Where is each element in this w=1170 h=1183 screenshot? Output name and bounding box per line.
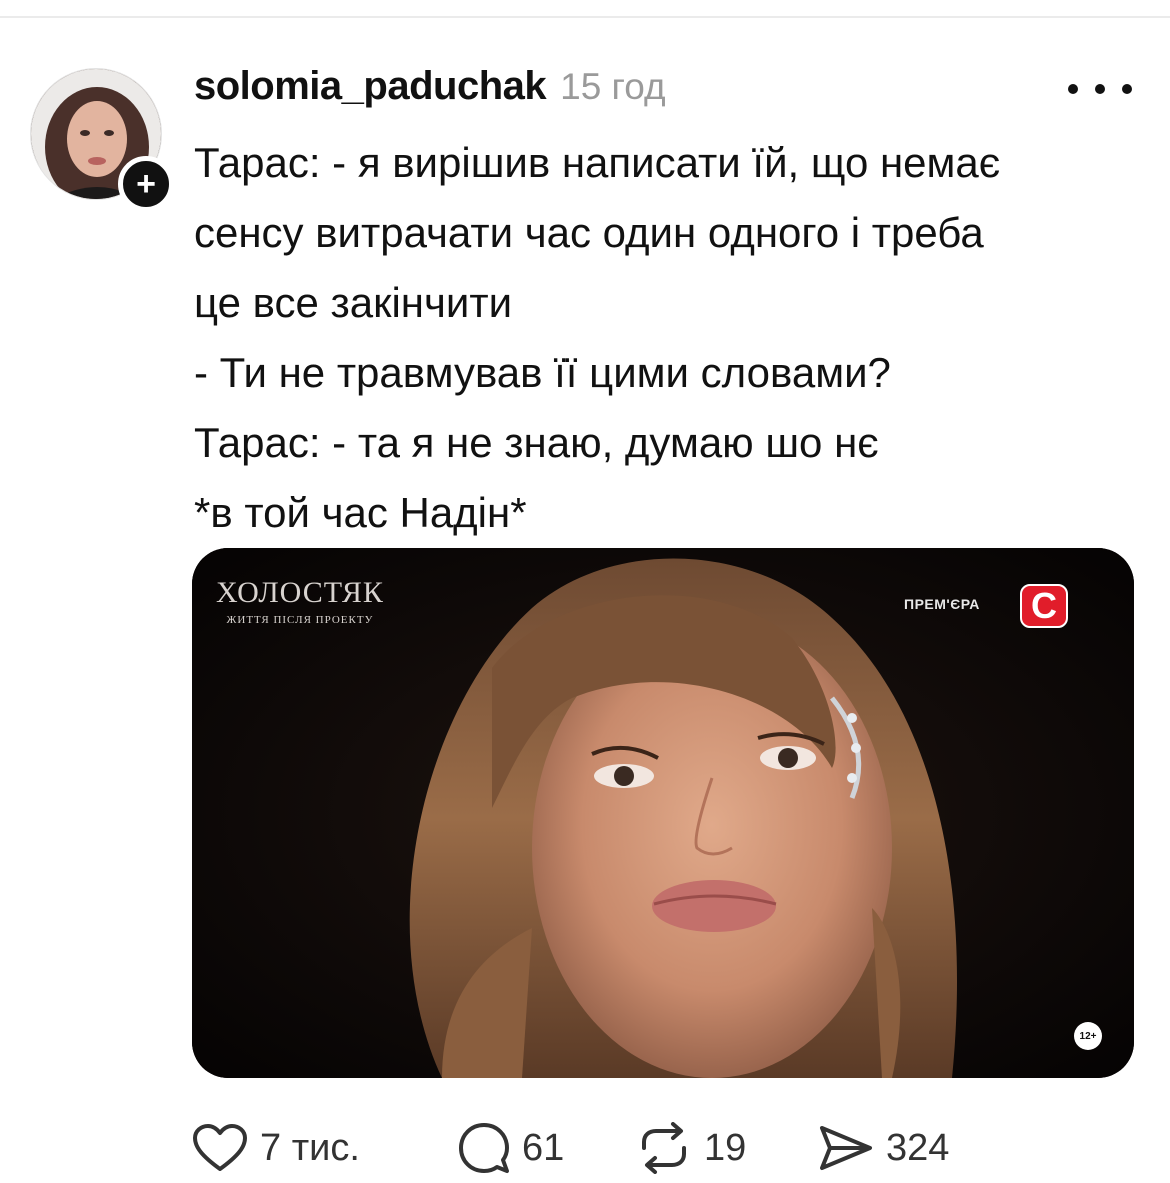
- repost-icon: [642, 1122, 686, 1174]
- post-line: Тарас: - та я не знаю, думаю шо нє: [194, 419, 879, 466]
- plus-icon: +: [136, 165, 156, 203]
- comment-button[interactable]: 61: [458, 1120, 564, 1176]
- channel-logo: С: [1020, 584, 1068, 628]
- post-text: Тарас: - я вирішив написати їй, що немає…: [194, 128, 1134, 548]
- follow-button[interactable]: +: [118, 156, 174, 212]
- post-header: solomia_paduchak 15 год: [194, 64, 666, 114]
- like-button[interactable]: 7 тис.: [192, 1120, 360, 1176]
- heart-icon: [193, 1124, 247, 1171]
- send-icon: [820, 1126, 872, 1170]
- more-options-button[interactable]: [1068, 74, 1132, 104]
- share-count: 324: [886, 1126, 950, 1169]
- post-line: сенсу витрачати час один одного і треба: [194, 209, 984, 256]
- show-title: ХОЛОСТЯК: [216, 576, 384, 609]
- show-logo: ХОЛОСТЯК ЖИТТЯ ПІСЛЯ ПРОЕКТУ: [216, 576, 384, 627]
- top-divider: [0, 16, 1170, 18]
- like-count: 7 тис.: [260, 1126, 360, 1169]
- post-image[interactable]: ХОЛОСТЯК ЖИТТЯ ПІСЛЯ ПРОЕКТУ ПРЕМ'ЄРА С …: [192, 548, 1134, 1078]
- author-username[interactable]: solomia_paduchak: [194, 64, 547, 109]
- comment-bubble-icon: [459, 1123, 509, 1173]
- post-actions: 7 тис. 61 19 324: [192, 1120, 1092, 1176]
- post-line: *в той час Надін*: [194, 489, 527, 536]
- premiere-label: ПРЕМ'ЄРА: [904, 596, 980, 612]
- tv-still-photo: [192, 548, 1134, 1078]
- repost-button[interactable]: 19: [636, 1120, 746, 1176]
- post-line: Тарас: - я вирішив написати їй, що немає: [194, 139, 1001, 186]
- show-subtitle: ЖИТТЯ ПІСЛЯ ПРОЕКТУ: [226, 614, 374, 626]
- comment-count: 61: [522, 1126, 565, 1169]
- age-rating-badge: 12+: [1074, 1022, 1102, 1050]
- repost-count: 19: [704, 1126, 747, 1169]
- post-timestamp: 15 год: [560, 66, 666, 107]
- post-line: це все закінчити: [194, 279, 513, 326]
- post-line: - Ти не травмував її цими словами?: [194, 349, 891, 396]
- more-dots-icon: [1068, 84, 1132, 94]
- share-button[interactable]: 324: [818, 1120, 949, 1176]
- author-avatar-container[interactable]: +: [30, 68, 174, 212]
